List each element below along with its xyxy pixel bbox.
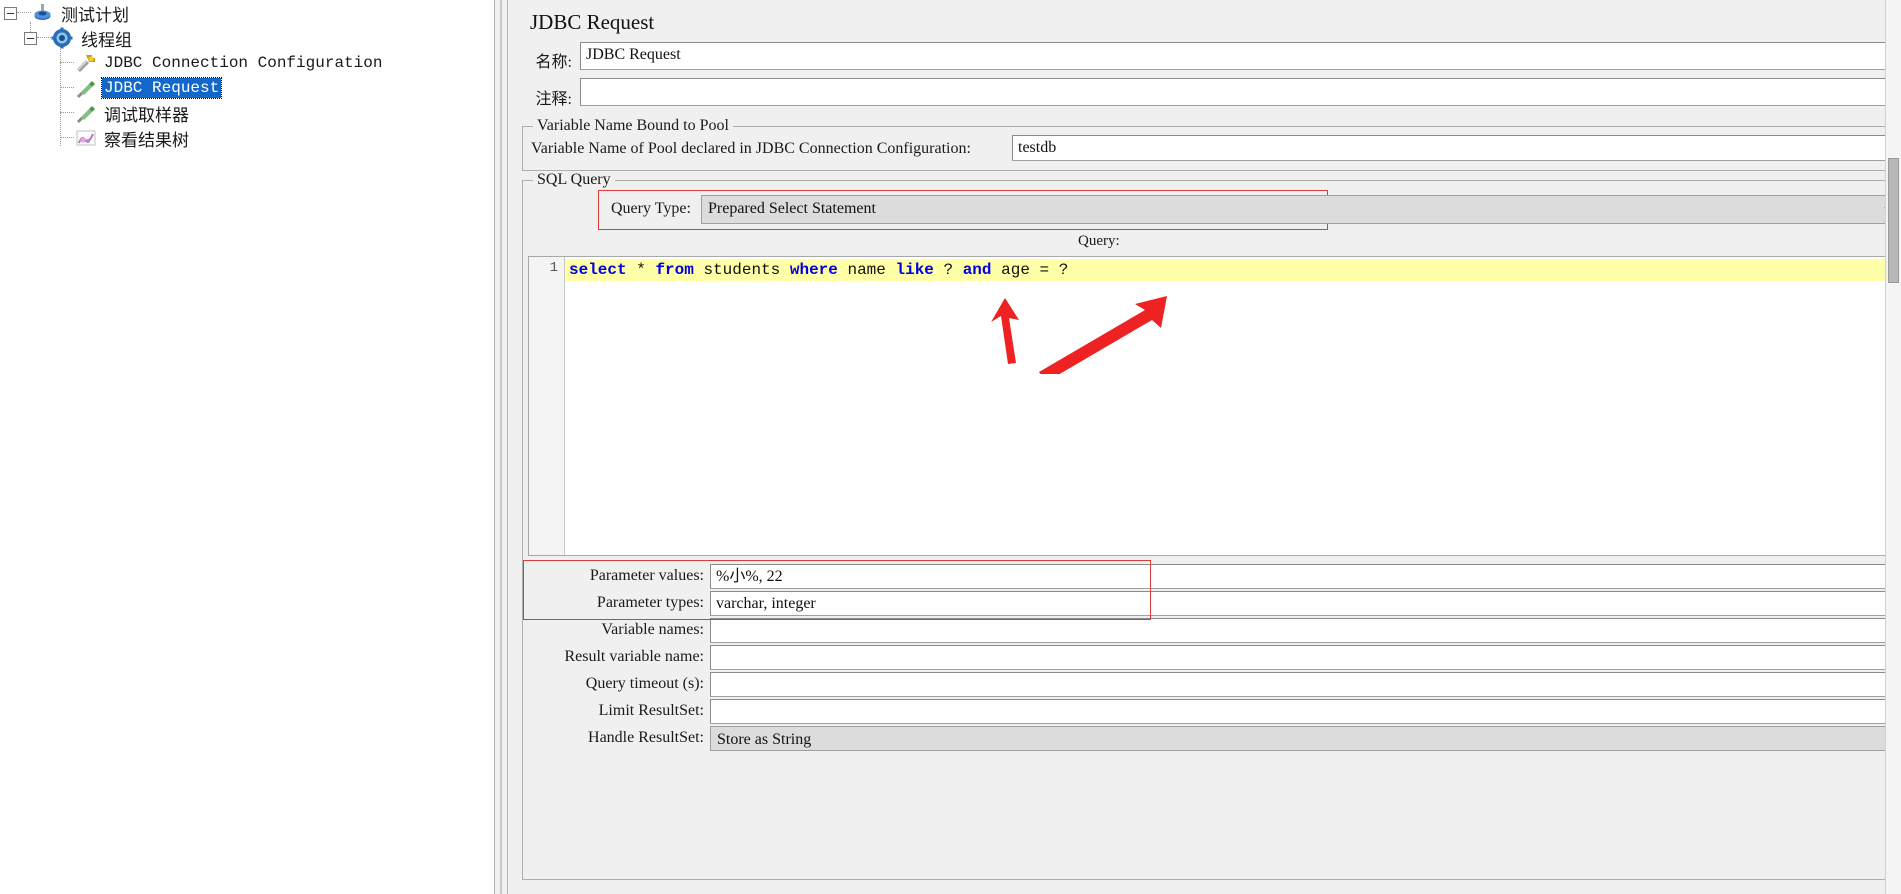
tree-item-label: JDBC Connection Configuration bbox=[104, 54, 383, 72]
parameter-types-label: Parameter types: bbox=[596, 594, 704, 611]
comment-input[interactable] bbox=[580, 78, 1901, 106]
tree-connector bbox=[37, 37, 51, 39]
result-variable-name-label: Result variable name: bbox=[564, 648, 704, 665]
result-variable-name-input[interactable] bbox=[710, 645, 1901, 670]
tree-item-test-plan[interactable]: 测试计划 bbox=[4, 0, 131, 26]
scrollbar-thumb[interactable] bbox=[1888, 158, 1899, 283]
tree-expand-toggle[interactable] bbox=[4, 6, 17, 20]
limit-resultset-label: Limit ResultSet: bbox=[598, 702, 704, 719]
sql-text: ? bbox=[933, 261, 963, 279]
query-caption-label: Query: bbox=[1078, 233, 1120, 249]
panel-vertical-scrollbar[interactable] bbox=[1885, 0, 1901, 894]
handle-resultset-select[interactable]: Store as String bbox=[710, 726, 1901, 751]
row-parameter-values: Parameter values: %小%, 22 bbox=[528, 564, 1901, 590]
sql-keyword: and bbox=[962, 261, 992, 279]
tree-connector bbox=[17, 12, 31, 14]
test-plan-tree[interactable]: 测试计划 线程组 JDBC Connection Configuration J… bbox=[0, 0, 494, 894]
variable-names-label: Variable names: bbox=[601, 621, 704, 638]
tree-item-label: 测试计划 bbox=[61, 5, 129, 25]
row-limit-resultset: Limit ResultSet: bbox=[528, 699, 1901, 725]
tree-connector bbox=[60, 87, 74, 89]
panel-splitter[interactable] bbox=[494, 0, 508, 894]
parameter-values-input[interactable]: %小%, 22 bbox=[710, 564, 1901, 589]
sql-text: * bbox=[636, 261, 646, 279]
tree-connector bbox=[60, 112, 74, 114]
tree-item-debug-sampler[interactable]: 调试取样器 bbox=[46, 100, 191, 126]
parameter-types-input[interactable]: varchar, integer bbox=[710, 591, 1901, 616]
sql-keyword: select bbox=[569, 261, 627, 279]
comment-label: 注释: bbox=[535, 91, 572, 108]
sql-query-editor[interactable]: 1 select * from students where name like… bbox=[528, 256, 1901, 556]
sql-keyword: from bbox=[655, 261, 694, 279]
group-legend: Variable Name Bound to Pool bbox=[533, 117, 733, 135]
tree-item-view-results-tree[interactable]: 察看结果树 bbox=[46, 125, 191, 151]
sql-query-group: SQL Query Query Type: Prepared Select St… bbox=[522, 171, 1901, 880]
config-element-icon bbox=[74, 52, 98, 74]
page-title: JDBC Request bbox=[530, 10, 655, 34]
thread-group-icon bbox=[51, 27, 75, 49]
editor-line-numbers: 1 bbox=[529, 257, 565, 555]
tree-item-jdbc-connection-configuration[interactable]: JDBC Connection Configuration bbox=[46, 50, 384, 76]
parameter-values-label: Parameter values: bbox=[589, 567, 704, 584]
sql-keyword: where bbox=[789, 261, 838, 279]
group-legend: SQL Query bbox=[533, 171, 615, 189]
jdbc-request-panel: JDBC Request 名称: JDBC Request 注释: Variab… bbox=[508, 0, 1901, 894]
sql-keyword: like bbox=[895, 261, 934, 279]
name-label: 名称: bbox=[535, 54, 572, 71]
query-type-label: Query Type: bbox=[611, 200, 691, 217]
test-plan-icon bbox=[31, 2, 55, 24]
query-timeout-input[interactable] bbox=[710, 672, 1901, 697]
query-type-value: Prepared Select Statement bbox=[708, 200, 876, 217]
sql-code-line: select * from students where name like ?… bbox=[565, 259, 1898, 281]
tree-connector bbox=[60, 137, 74, 139]
pool-variable-label: Variable Name of Pool declared in JDBC C… bbox=[531, 140, 971, 157]
tree-item-label: 线程组 bbox=[81, 30, 132, 50]
row-parameter-types: Parameter types: varchar, integer bbox=[528, 591, 1901, 617]
tree-item-thread-group[interactable]: 线程组 bbox=[24, 25, 134, 51]
sql-text: students bbox=[693, 261, 790, 279]
name-input[interactable]: JDBC Request bbox=[580, 42, 1901, 70]
variable-names-input[interactable] bbox=[710, 618, 1901, 643]
limit-resultset-input[interactable] bbox=[710, 699, 1901, 724]
handle-resultset-label: Handle ResultSet: bbox=[588, 729, 704, 746]
sql-text: age = ? bbox=[991, 261, 1069, 279]
sampler-icon bbox=[74, 77, 98, 99]
pool-variable-input[interactable]: testdb bbox=[1012, 135, 1901, 161]
jmeter-window: 测试计划 线程组 JDBC Connection Configuration J… bbox=[0, 0, 1901, 894]
sql-text: name bbox=[837, 261, 896, 279]
row-result-variable-name: Result variable name: bbox=[528, 645, 1901, 671]
tree-item-label: JDBC Request bbox=[100, 77, 223, 99]
listener-icon bbox=[74, 127, 98, 149]
variable-name-bound-to-pool-group: Variable Name Bound to Pool Variable Nam… bbox=[522, 117, 1901, 171]
row-query-timeout: Query timeout (s): bbox=[528, 672, 1901, 698]
row-variable-names: Variable names: bbox=[528, 618, 1901, 644]
tree-connector bbox=[60, 62, 74, 64]
handle-resultset-value: Store as String bbox=[717, 731, 812, 748]
tree-item-jdbc-request[interactable]: JDBC Request bbox=[46, 75, 223, 101]
tree-expand-toggle[interactable] bbox=[24, 31, 37, 45]
sampler-icon bbox=[74, 102, 98, 124]
tree-item-label: 察看结果树 bbox=[104, 130, 189, 150]
tree-item-label: 调试取样器 bbox=[104, 105, 189, 125]
row-handle-resultset: Handle ResultSet: Store as String bbox=[528, 726, 1901, 752]
query-type-select[interactable]: Prepared Select Statement bbox=[701, 195, 1901, 224]
query-timeout-label: Query timeout (s): bbox=[585, 675, 704, 692]
editor-code-area[interactable]: select * from students where name like ?… bbox=[565, 257, 1898, 555]
